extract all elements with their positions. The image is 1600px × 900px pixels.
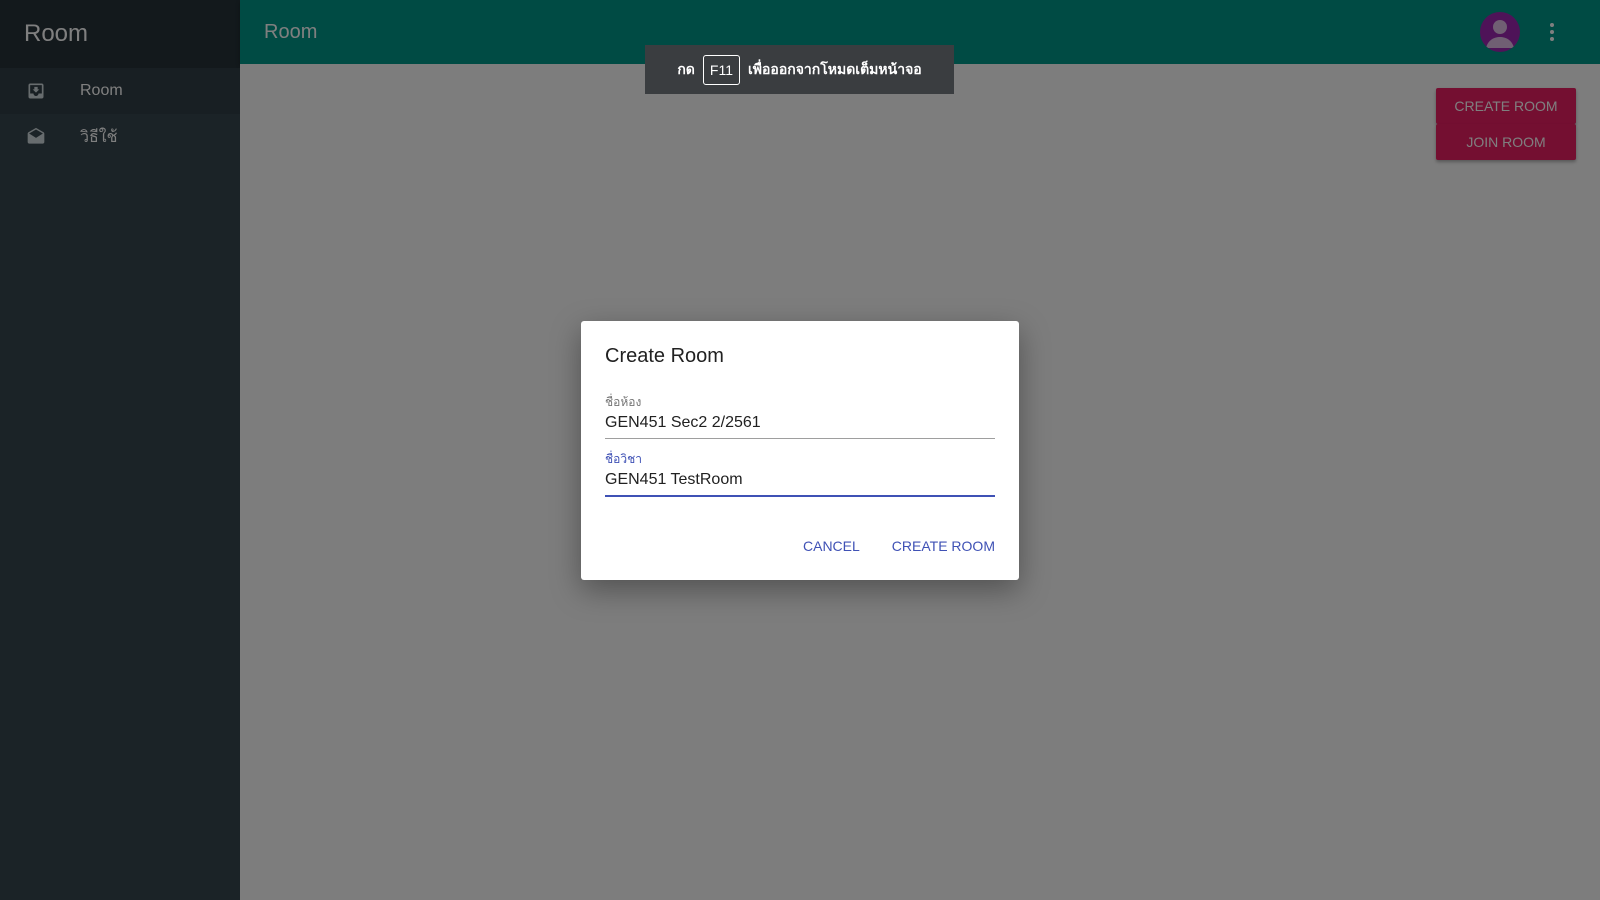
toast-key: F11: [702, 54, 740, 85]
submit-create-room-button[interactable]: CREATE ROOM: [880, 530, 995, 562]
room-name-label: ชื่อห้อง: [605, 395, 642, 409]
dialog-actions: CANCEL CREATE ROOM: [791, 530, 995, 562]
subject-input[interactable]: [605, 467, 995, 497]
cancel-button[interactable]: CANCEL: [791, 530, 872, 562]
dialog-title: Create Room: [605, 345, 724, 367]
subject-field: ชื่อวิชา: [605, 451, 995, 497]
create-room-dialog: Create Room ชื่อห้อง ชื่อวิชา CANCEL CRE…: [581, 321, 1019, 580]
toast-suffix: เพื่อออกจากโหมดเต็มหน้าจอ: [747, 60, 922, 77]
room-name-input[interactable]: [605, 410, 995, 439]
fullscreen-toast: กด F11 เพื่อออกจากโหมดเต็มหน้าจอ: [645, 45, 954, 94]
toast-prefix: กด: [677, 60, 695, 77]
room-name-field: ชื่อห้อง: [605, 394, 995, 439]
subject-label: ชื่อวิชา: [605, 452, 642, 466]
